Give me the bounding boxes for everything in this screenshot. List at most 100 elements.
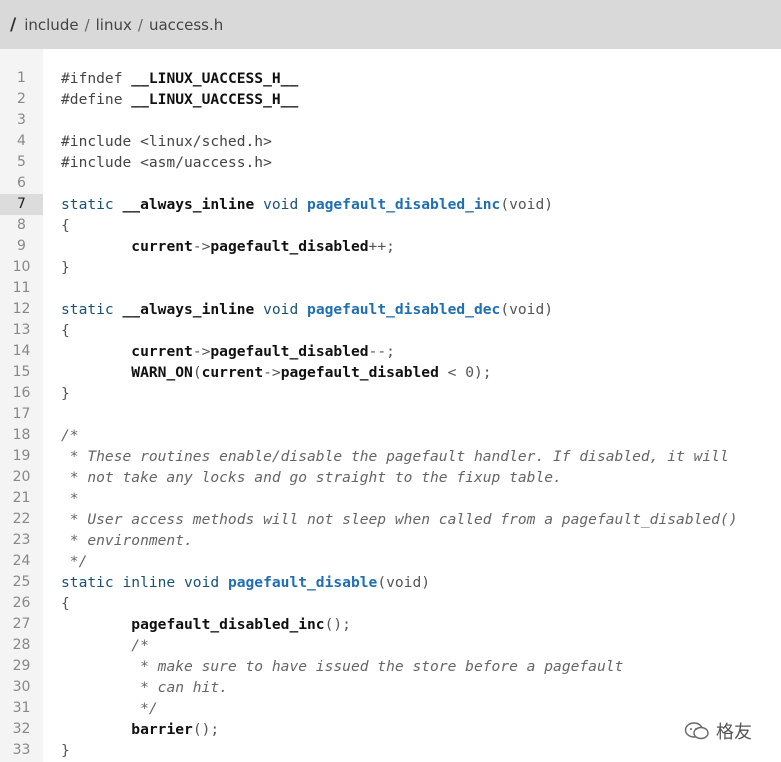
line-source: } — [61, 257, 70, 278]
code-line: 27 pagefault_disabled_inc(); — [0, 614, 781, 635]
line-number[interactable]: 4 — [0, 131, 43, 152]
line-source: WARN_ON(current->pagefault_disabled < 0)… — [61, 362, 492, 383]
code-token: } — [61, 385, 70, 402]
line-number[interactable]: 10 — [0, 257, 43, 278]
code-line: 11 — [0, 278, 781, 299]
code-line: 2 #define __LINUX_UACCESS_H__ — [0, 89, 781, 110]
chat-bubbles-icon — [684, 722, 709, 740]
code-token: -> — [263, 364, 281, 381]
code-token: current — [131, 238, 193, 255]
line-number[interactable]: 16 — [0, 383, 43, 404]
code-view: 1 #ifndef __LINUX_UACCESS_H__ 2 #define __L… — [0, 68, 781, 761]
code-token: (void) — [377, 574, 431, 591]
line-number[interactable]: 1 — [0, 68, 43, 89]
line-number[interactable]: 5 — [0, 152, 43, 173]
line-number[interactable]: 6 — [0, 173, 43, 194]
code-token: -> — [192, 343, 211, 360]
line-number[interactable]: 25 — [0, 572, 43, 593]
line-source: barrier(); — [61, 719, 219, 740]
line-number[interactable]: 27 — [0, 614, 43, 635]
code-line: 30 * can hit. — [0, 677, 781, 698]
line-source: current->pagefault_disabled++; — [61, 236, 395, 257]
line-number[interactable]: 9 — [0, 236, 43, 257]
line-number[interactable]: 23 — [0, 530, 43, 551]
line-number[interactable]: 18 — [0, 425, 43, 446]
breadcrumb-separator: / — [84, 15, 90, 34]
line-number[interactable]: 32 — [0, 719, 43, 740]
line-number[interactable]: 26 — [0, 593, 43, 614]
line-number[interactable]: 29 — [0, 656, 43, 677]
line-number[interactable]: 30 — [0, 677, 43, 698]
line-number[interactable]: 33 — [0, 740, 43, 761]
file-path-header: / include / linux / uaccess.h — [0, 0, 781, 49]
breadcrumb-linux[interactable]: linux — [96, 16, 132, 34]
code-line: 15 WARN_ON(current->pagefault_disabled <… — [0, 362, 781, 383]
code-token: (); — [324, 616, 351, 633]
line-number[interactable]: 12 — [0, 299, 43, 320]
line-source: static __always_inline void pagefault_di… — [61, 194, 553, 215]
line-source: #ifndef __LINUX_UACCESS_H__ — [61, 68, 298, 89]
breadcrumb-root[interactable]: / — [10, 15, 16, 35]
code-token: pagefault_disable — [227, 574, 378, 591]
line-source: * environment. — [61, 530, 193, 551]
code-line: 20 * not take any locks and go straight … — [0, 467, 781, 488]
code-token: static inline void — [61, 574, 228, 591]
code-token: current — [201, 364, 264, 381]
code-line: 5 #include <asm/uaccess.h> — [0, 152, 781, 173]
code-token: barrier — [131, 721, 193, 738]
code-token: */ — [61, 553, 88, 570]
code-token: #include <asm/uaccess.h> — [61, 154, 272, 171]
code-token: void — [254, 196, 308, 213]
code-line: 31 */ — [0, 698, 781, 719]
code-token: __always_inline — [122, 196, 255, 213]
breadcrumb-include[interactable]: include — [24, 16, 78, 34]
code-token: < 0); — [438, 364, 492, 381]
code-line: 25 static inline void pagefault_disable(v… — [0, 572, 781, 593]
line-source: /* — [61, 635, 149, 656]
line-number[interactable]: 14 — [0, 341, 43, 362]
line-number[interactable]: 31 — [0, 698, 43, 719]
code-line: 6 — [0, 173, 781, 194]
line-number[interactable]: 2 — [0, 89, 43, 110]
line-number[interactable]: 22 — [0, 509, 43, 530]
line-source: */ — [61, 551, 88, 572]
code-token: #include <linux/sched.h> — [61, 133, 272, 150]
code-token: pagefault_disabled_dec — [307, 301, 501, 318]
code-line: 14 current->pagefault_disabled--; — [0, 341, 781, 362]
line-number[interactable]: 3 — [0, 110, 43, 131]
line-source: } — [61, 740, 70, 761]
line-number[interactable]: 7 — [0, 194, 43, 215]
code-token: * These routines enable/disable the page… — [61, 448, 729, 465]
line-source: * User access methods will not sleep whe… — [61, 509, 738, 530]
line-number[interactable]: 24 — [0, 551, 43, 572]
code-token: (); — [192, 721, 220, 738]
line-source: { — [61, 320, 70, 341]
code-token: pagefault_disabled — [280, 364, 439, 381]
code-token: __LINUX_UACCESS_H__ — [131, 70, 299, 87]
line-number[interactable]: 11 — [0, 278, 43, 299]
line-source: } — [61, 383, 70, 404]
code-token: { — [61, 322, 70, 339]
line-number[interactable]: 15 — [0, 362, 43, 383]
line-number[interactable]: 20 — [0, 467, 43, 488]
code-line: 16} — [0, 383, 781, 404]
code-line: 1 #ifndef __LINUX_UACCESS_H__ — [0, 68, 781, 89]
line-number[interactable]: 19 — [0, 446, 43, 467]
line-number[interactable]: 17 — [0, 404, 43, 425]
line-source: #include <linux/sched.h> — [61, 131, 272, 152]
code-token: __LINUX_UACCESS_H__ — [131, 91, 299, 108]
breadcrumb-file: uaccess.h — [148, 15, 224, 34]
line-number[interactable]: 21 — [0, 488, 43, 509]
code-token: } — [61, 259, 70, 276]
line-source: static inline void pagefault_disable(voi… — [61, 572, 430, 593]
line-number[interactable]: 28 — [0, 635, 43, 656]
line-number[interactable]: 8 — [0, 215, 43, 236]
code-token: current — [131, 343, 193, 360]
code-token: pagefault_disabled_inc — [131, 616, 325, 633]
line-number[interactable]: 13 — [0, 320, 43, 341]
